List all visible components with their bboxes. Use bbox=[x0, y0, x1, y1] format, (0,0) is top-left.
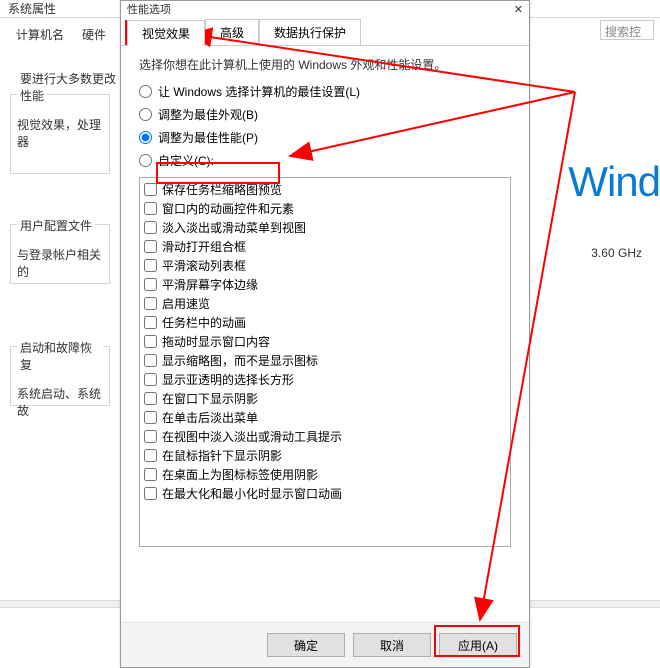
check-input-8[interactable] bbox=[144, 335, 157, 348]
check-row-15[interactable]: 在桌面上为图标标签使用阴影 bbox=[144, 465, 506, 484]
check-label-6: 启用速览 bbox=[162, 295, 210, 312]
radio-label-1: 调整为最佳外观(B) bbox=[158, 106, 258, 123]
visual-effects-checklist[interactable]: 保存任务栏缩略图预览窗口内的动画控件和元素淡入淡出或滑动菜单到视图滑动打开组合框… bbox=[139, 177, 511, 547]
check-input-4[interactable] bbox=[144, 259, 157, 272]
check-row-12[interactable]: 在单击后淡出菜单 bbox=[144, 408, 506, 427]
bg-group-startup: 启动和故障恢复 系统启动、系统故 bbox=[10, 346, 110, 406]
tab-advanced[interactable]: 高级 bbox=[205, 19, 259, 45]
check-input-12[interactable] bbox=[144, 411, 157, 424]
check-row-13[interactable]: 在视图中淡入淡出或滑动工具提示 bbox=[144, 427, 506, 446]
check-input-1[interactable] bbox=[144, 202, 157, 215]
check-row-6[interactable]: 启用速览 bbox=[144, 294, 506, 313]
check-label-3: 滑动打开组合框 bbox=[162, 238, 246, 255]
bg-group-userprofile-text: 与登录帐户相关的 bbox=[17, 246, 103, 280]
bg-group-performance-title: 性能 bbox=[17, 87, 47, 104]
bg-group-userprofile-title: 用户配置文件 bbox=[17, 217, 95, 234]
radio-option-3[interactable]: 自定义(C): bbox=[139, 152, 511, 169]
check-row-9[interactable]: 显示缩略图，而不是显示图标 bbox=[144, 351, 506, 370]
close-icon[interactable]: ✕ bbox=[514, 3, 523, 16]
check-row-14[interactable]: 在鼠标指针下显示阴影 bbox=[144, 446, 506, 465]
radio-label-3: 自定义(C): bbox=[158, 152, 214, 169]
bg-group-startup-title: 启动和故障恢复 bbox=[17, 339, 103, 373]
check-input-5[interactable] bbox=[144, 278, 157, 291]
check-row-10[interactable]: 显示亚透明的选择长方形 bbox=[144, 370, 506, 389]
check-row-11[interactable]: 在窗口下显示阴影 bbox=[144, 389, 506, 408]
bg-tab-hardware[interactable]: 硬件 bbox=[76, 24, 112, 45]
check-input-11[interactable] bbox=[144, 392, 157, 405]
dialog-buttons: 确定 取消 应用(A) bbox=[121, 622, 529, 667]
windows-brand-text: Wind bbox=[568, 158, 660, 206]
bg-group-performance-text: 视觉效果，处理器 bbox=[17, 116, 103, 150]
bg-group-startup-text: 系统启动、系统故 bbox=[17, 385, 103, 419]
check-input-14[interactable] bbox=[144, 449, 157, 462]
check-label-5: 平滑屏幕字体边缘 bbox=[162, 276, 258, 293]
search-input[interactable]: 搜索控制面 bbox=[600, 20, 654, 40]
check-input-9[interactable] bbox=[144, 354, 157, 367]
check-label-13: 在视图中淡入淡出或滑动工具提示 bbox=[162, 428, 342, 445]
radio-input-0[interactable] bbox=[139, 85, 152, 98]
check-label-0: 保存任务栏缩略图预览 bbox=[162, 181, 282, 198]
check-label-1: 窗口内的动画控件和元素 bbox=[162, 200, 294, 217]
check-label-7: 任务栏中的动画 bbox=[162, 314, 246, 331]
check-label-12: 在单击后淡出菜单 bbox=[162, 409, 258, 426]
check-row-8[interactable]: 拖动时显示窗口内容 bbox=[144, 332, 506, 351]
ok-button[interactable]: 确定 bbox=[267, 633, 345, 657]
bg-tab-computername[interactable]: 计算机名 bbox=[10, 24, 70, 45]
check-row-0[interactable]: 保存任务栏缩略图预览 bbox=[144, 180, 506, 199]
check-label-16: 在最大化和最小化时显示窗口动画 bbox=[162, 485, 342, 502]
check-label-8: 拖动时显示窗口内容 bbox=[162, 333, 270, 350]
radio-option-2[interactable]: 调整为最佳性能(P) bbox=[139, 129, 511, 146]
dialog-description: 选择你想在此计算机上使用的 Windows 外观和性能设置。 bbox=[121, 46, 529, 79]
bg-group-userprofile: 用户配置文件 与登录帐户相关的 bbox=[10, 224, 110, 284]
radio-label-2: 调整为最佳性能(P) bbox=[158, 129, 258, 146]
apply-button[interactable]: 应用(A) bbox=[439, 633, 517, 657]
radio-option-0[interactable]: 让 Windows 选择计算机的最佳设置(L) bbox=[139, 83, 511, 100]
radio-label-0: 让 Windows 选择计算机的最佳设置(L) bbox=[158, 83, 360, 100]
performance-options-dialog: 性能选项 ✕ 视觉效果 高级 数据执行保护 选择你想在此计算机上使用的 Wind… bbox=[120, 0, 530, 668]
check-label-11: 在窗口下显示阴影 bbox=[162, 390, 258, 407]
check-input-2[interactable] bbox=[144, 221, 157, 234]
dialog-title-text: 性能选项 bbox=[127, 1, 171, 17]
check-label-4: 平滑滚动列表框 bbox=[162, 257, 246, 274]
dialog-tabs: 视觉效果 高级 数据执行保护 bbox=[121, 17, 529, 46]
check-row-16[interactable]: 在最大化和最小化时显示窗口动画 bbox=[144, 484, 506, 503]
check-label-10: 显示亚透明的选择长方形 bbox=[162, 371, 294, 388]
bg-group-performance: 性能 视觉效果，处理器 bbox=[10, 94, 110, 174]
check-label-14: 在鼠标指针下显示阴影 bbox=[162, 447, 282, 464]
cancel-button[interactable]: 取消 bbox=[353, 633, 431, 657]
tab-dep[interactable]: 数据执行保护 bbox=[259, 19, 361, 45]
radio-option-1[interactable]: 调整为最佳外观(B) bbox=[139, 106, 511, 123]
radio-group: 让 Windows 选择计算机的最佳设置(L) 调整为最佳外观(B) 调整为最佳性能… bbox=[121, 79, 529, 173]
check-input-0[interactable] bbox=[144, 183, 157, 196]
radio-input-2[interactable] bbox=[139, 131, 152, 144]
dialog-titlebar: 性能选项 ✕ bbox=[121, 1, 529, 17]
radio-input-1[interactable] bbox=[139, 108, 152, 121]
check-row-2[interactable]: 淡入淡出或滑动菜单到视图 bbox=[144, 218, 506, 237]
check-row-4[interactable]: 平滑滚动列表框 bbox=[144, 256, 506, 275]
check-label-15: 在桌面上为图标标签使用阴影 bbox=[162, 466, 318, 483]
cpu-speed: 3.60 GHz bbox=[591, 246, 642, 260]
bg-instruction: 要进行大多数更改 bbox=[20, 70, 116, 87]
check-row-3[interactable]: 滑动打开组合框 bbox=[144, 237, 506, 256]
check-row-5[interactable]: 平滑屏幕字体边缘 bbox=[144, 275, 506, 294]
check-input-6[interactable] bbox=[144, 297, 157, 310]
check-input-15[interactable] bbox=[144, 468, 157, 481]
radio-input-3[interactable] bbox=[139, 154, 152, 167]
check-label-9: 显示缩略图，而不是显示图标 bbox=[162, 352, 318, 369]
check-input-13[interactable] bbox=[144, 430, 157, 443]
check-input-7[interactable] bbox=[144, 316, 157, 329]
check-input-3[interactable] bbox=[144, 240, 157, 253]
check-row-7[interactable]: 任务栏中的动画 bbox=[144, 313, 506, 332]
tab-visual-effects[interactable]: 视觉效果 bbox=[127, 20, 205, 46]
check-label-2: 淡入淡出或滑动菜单到视图 bbox=[162, 219, 306, 236]
check-row-1[interactable]: 窗口内的动画控件和元素 bbox=[144, 199, 506, 218]
check-input-16[interactable] bbox=[144, 487, 157, 500]
check-input-10[interactable] bbox=[144, 373, 157, 386]
